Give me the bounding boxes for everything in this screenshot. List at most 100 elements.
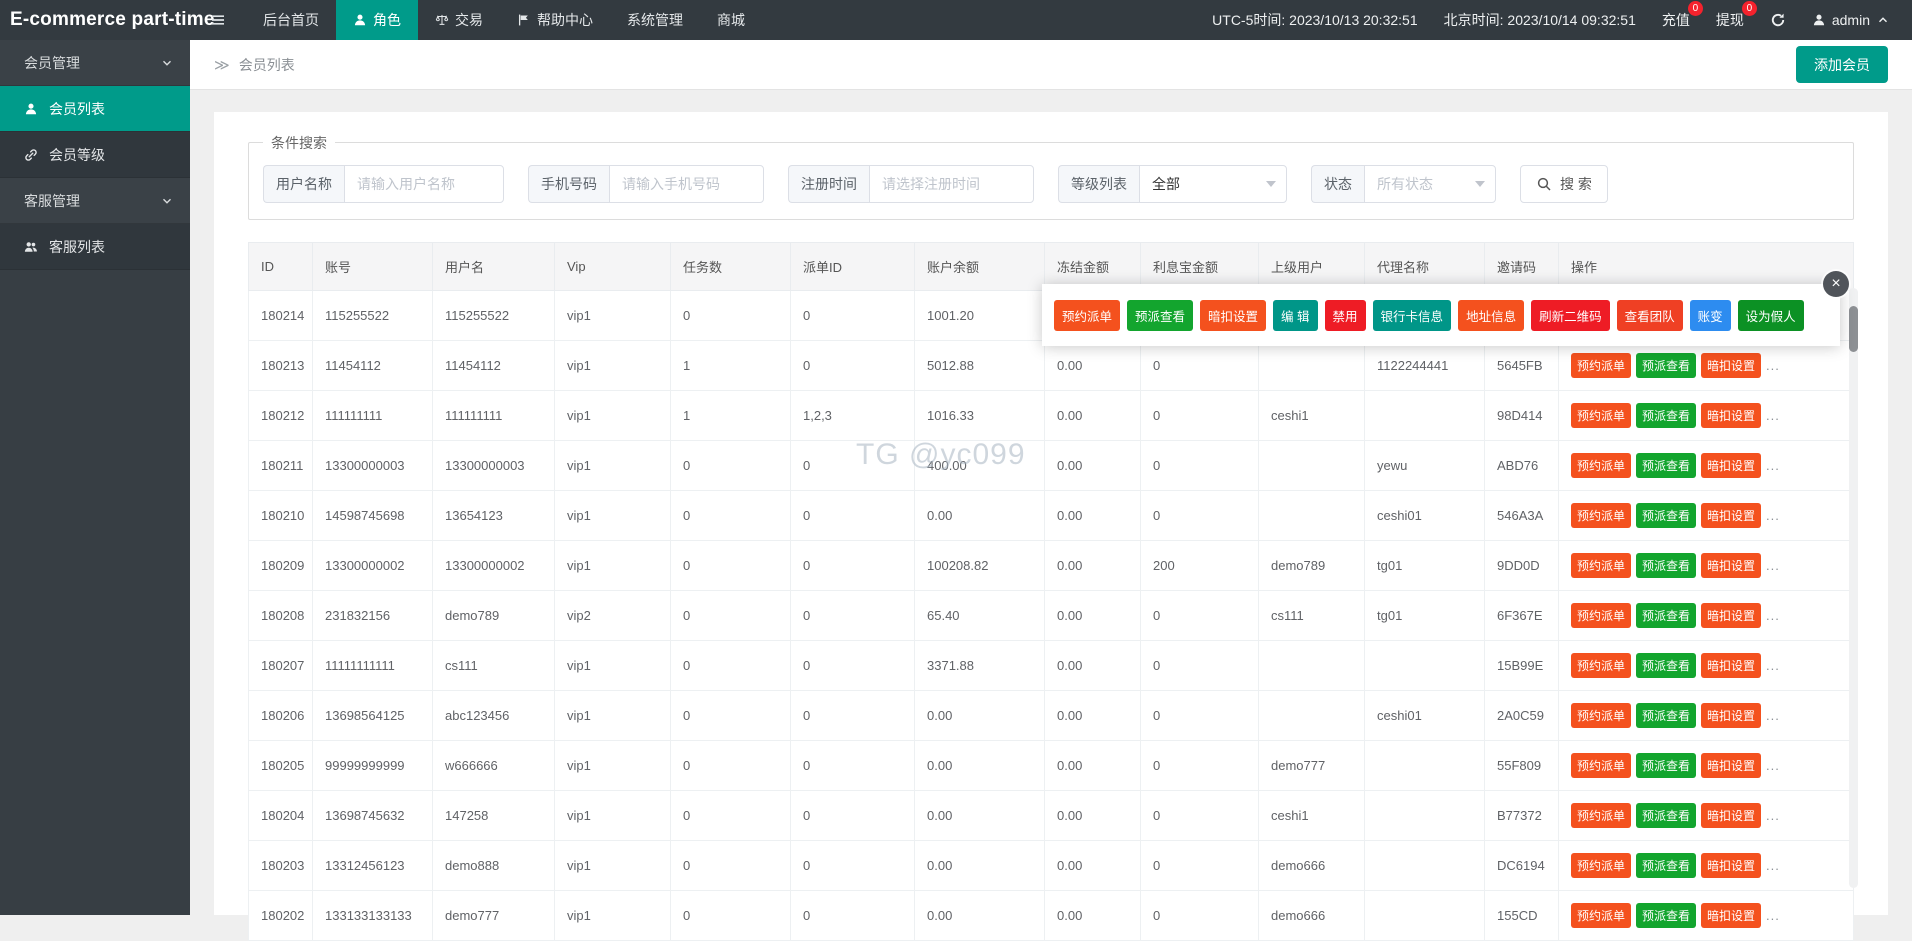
search-input-2[interactable]	[609, 165, 764, 203]
row-action-button[interactable]: 预派查看	[1636, 353, 1696, 378]
table-cell: 11111111111	[313, 641, 433, 691]
user-menu[interactable]: admin	[1812, 12, 1890, 28]
row-action-button[interactable]: 预约派单	[1571, 403, 1631, 428]
row-action-button[interactable]: 预派查看	[1636, 553, 1696, 578]
refresh-icon[interactable]	[1770, 12, 1786, 28]
row-action-button[interactable]: 预约派单	[1571, 903, 1631, 928]
popup-action-button[interactable]: 银行卡信息	[1373, 300, 1452, 331]
more-actions[interactable]: ...	[1766, 458, 1780, 473]
popup-action-button[interactable]: 编 辑	[1273, 300, 1317, 331]
row-action-button[interactable]: 暗扣设置	[1701, 603, 1761, 628]
row-action-button[interactable]: 暗扣设置	[1701, 503, 1761, 528]
scrollbar-thumb[interactable]	[1849, 306, 1858, 352]
row-action-button[interactable]: 暗扣设置	[1701, 903, 1761, 928]
more-actions[interactable]: ...	[1766, 408, 1780, 423]
search-select-4[interactable]: 全部	[1139, 165, 1287, 203]
row-action-button[interactable]: 暗扣设置	[1701, 753, 1761, 778]
row-action-button[interactable]: 暗扣设置	[1701, 403, 1761, 428]
table-cell: demo777	[433, 891, 555, 941]
row-action-button[interactable]: 暗扣设置	[1701, 553, 1761, 578]
row-action-button[interactable]: 预约派单	[1571, 753, 1631, 778]
row-action-button[interactable]: 预派查看	[1636, 853, 1696, 878]
table-cell: 115255522	[313, 291, 433, 341]
row-action-button[interactable]: 暗扣设置	[1701, 703, 1761, 728]
table-cell: 65.40	[915, 591, 1045, 641]
users-icon	[24, 240, 38, 254]
search-input-3[interactable]	[869, 165, 1034, 203]
popup-action-button[interactable]: 查看团队	[1617, 300, 1683, 331]
row-action-button[interactable]: 预约派单	[1571, 353, 1631, 378]
row-action-button[interactable]: 预派查看	[1636, 703, 1696, 728]
table-cell: 147258	[433, 791, 555, 841]
more-actions[interactable]: ...	[1766, 758, 1780, 773]
table-cell: vip1	[555, 491, 671, 541]
sidebar-item-3[interactable]: 会员等级	[0, 132, 190, 178]
more-actions[interactable]: ...	[1766, 608, 1780, 623]
nav-item-1[interactable]: 后台首页	[246, 0, 336, 40]
row-action-button[interactable]: 暗扣设置	[1701, 453, 1761, 478]
row-action-button[interactable]: 预约派单	[1571, 503, 1631, 528]
add-member-button[interactable]: 添加会员	[1796, 46, 1888, 83]
more-actions[interactable]: ...	[1766, 858, 1780, 873]
more-actions[interactable]: ...	[1766, 558, 1780, 573]
popup-action-button[interactable]: 预派查看	[1127, 300, 1193, 331]
row-action-button[interactable]: 预派查看	[1636, 503, 1696, 528]
table-cell: 0	[671, 491, 791, 541]
row-action-button[interactable]: 暗扣设置	[1701, 653, 1761, 678]
table-cell	[1365, 841, 1485, 891]
sidebar-group-1[interactable]: 会员管理	[0, 40, 190, 86]
table-scrollbar[interactable]	[1849, 288, 1858, 888]
table-cell: 0.00	[1045, 441, 1141, 491]
row-action-button[interactable]: 暗扣设置	[1701, 853, 1761, 878]
search-button[interactable]: 搜 索	[1520, 165, 1608, 203]
row-action-button[interactable]: 预约派单	[1571, 603, 1631, 628]
nav-item-5[interactable]: 系统管理	[610, 0, 700, 40]
row-action-button[interactable]: 预约派单	[1571, 553, 1631, 578]
popup-action-button[interactable]: 账变	[1690, 300, 1731, 331]
sidebar-item-2[interactable]: 会员列表	[0, 86, 190, 132]
sidebar-item-5[interactable]: 客服列表	[0, 224, 190, 270]
withdraw-link[interactable]: 提现 0	[1716, 10, 1744, 30]
nav-item-4[interactable]: 帮助中心	[500, 0, 610, 40]
brand-title: E-commerce part-time	[0, 0, 190, 40]
nav-item-3[interactable]: 交易	[418, 0, 500, 40]
more-actions[interactable]: ...	[1766, 808, 1780, 823]
row-action-button[interactable]: 预派查看	[1636, 603, 1696, 628]
row-action-button[interactable]: 预派查看	[1636, 903, 1696, 928]
main-area: ≫ 会员列表 添加会员 条件搜索 用户名称手机号码注册时间等级列表全部状态所有状…	[190, 40, 1912, 915]
row-action-button[interactable]: 预约派单	[1571, 703, 1631, 728]
more-actions[interactable]: ...	[1766, 508, 1780, 523]
sidebar-group-4[interactable]: 客服管理	[0, 178, 190, 224]
row-action-button[interactable]: 暗扣设置	[1701, 353, 1761, 378]
row-action-button[interactable]: 预约派单	[1571, 653, 1631, 678]
recharge-link[interactable]: 充值 0	[1662, 10, 1690, 30]
more-actions[interactable]: ...	[1766, 658, 1780, 673]
popup-action-button[interactable]: 禁用	[1325, 300, 1366, 331]
row-action-button[interactable]: 预派查看	[1636, 453, 1696, 478]
nav-item-6[interactable]: 商城	[700, 0, 762, 40]
hamburger-icon[interactable]	[190, 0, 246, 40]
row-action-button[interactable]: 预约派单	[1571, 853, 1631, 878]
more-actions[interactable]: ...	[1766, 358, 1780, 373]
row-action-button[interactable]: 预约派单	[1571, 453, 1631, 478]
more-actions[interactable]: ...	[1766, 708, 1780, 723]
popup-action-button[interactable]: 设为假人	[1738, 300, 1804, 331]
row-action-button[interactable]: 预派查看	[1636, 653, 1696, 678]
row-action-button[interactable]: 预派查看	[1636, 803, 1696, 828]
search-select-5[interactable]: 所有状态	[1364, 165, 1496, 203]
row-action-button[interactable]: 暗扣设置	[1701, 803, 1761, 828]
table-cell: 0	[671, 641, 791, 691]
user-icon	[24, 102, 38, 116]
row-action-button[interactable]: 预约派单	[1571, 803, 1631, 828]
row-action-button[interactable]: 预派查看	[1636, 753, 1696, 778]
popup-action-button[interactable]: 地址信息	[1458, 300, 1524, 331]
popup-action-button[interactable]: 预约派单	[1054, 300, 1120, 331]
nav-item-2[interactable]: 角色	[336, 0, 418, 40]
row-action-button[interactable]: 预派查看	[1636, 403, 1696, 428]
search-group-3: 注册时间	[788, 165, 1034, 203]
more-actions[interactable]: ...	[1766, 908, 1780, 923]
popup-action-button[interactable]: 刷新二维码	[1531, 300, 1610, 331]
close-icon[interactable]: ×	[1823, 271, 1849, 297]
search-input-1[interactable]	[344, 165, 504, 203]
popup-action-button[interactable]: 暗扣设置	[1200, 300, 1266, 331]
